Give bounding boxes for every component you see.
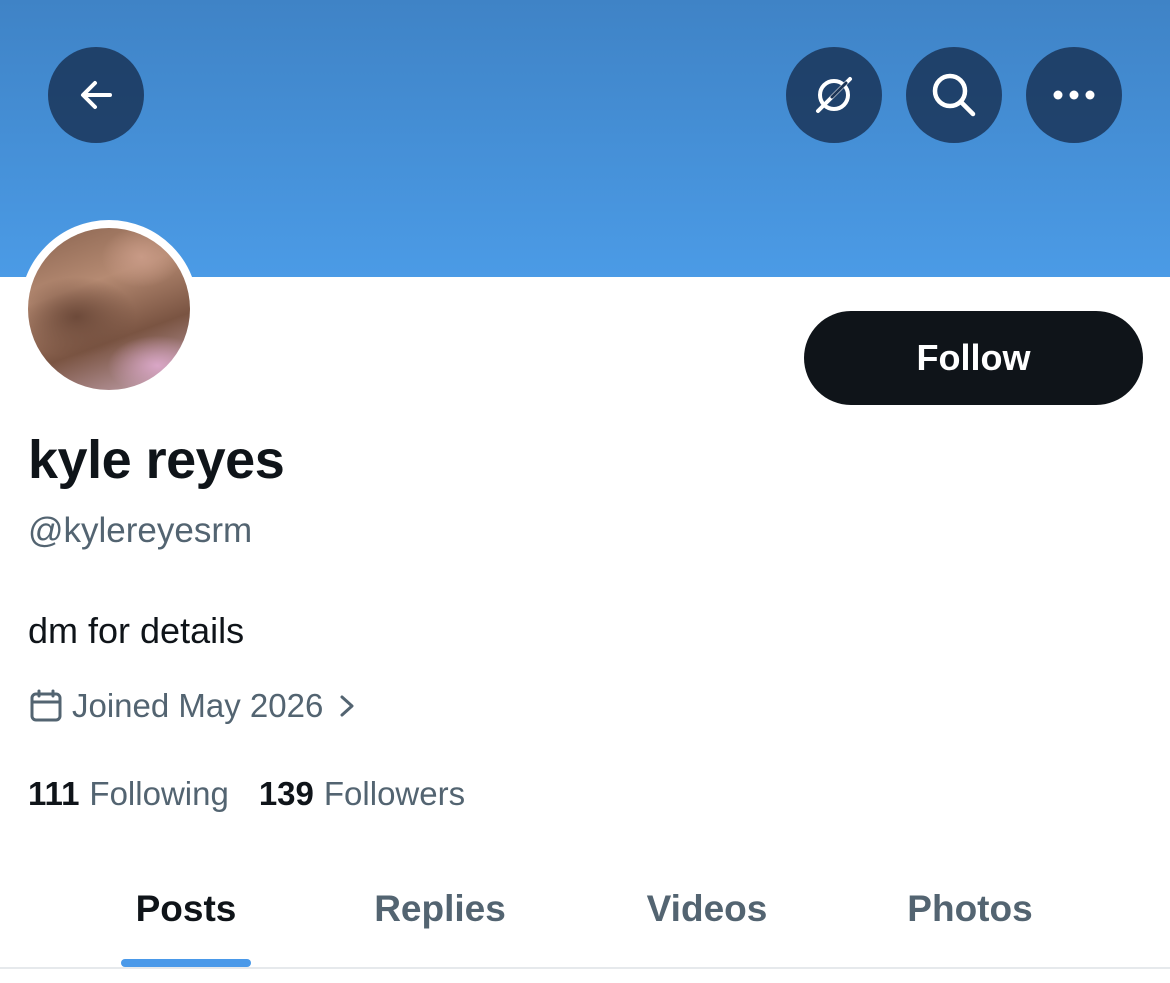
profile-banner[interactable]: [0, 0, 1170, 277]
joined-date[interactable]: Joined May 2026: [28, 684, 359, 728]
avatar-image: [28, 228, 190, 390]
joined-label: Joined May 2026: [72, 687, 324, 724]
more-horizontal-icon: [1052, 89, 1096, 101]
grok-button[interactable]: [786, 47, 882, 143]
following-label: Following: [89, 775, 229, 812]
following-count: 111: [28, 775, 80, 812]
display-name: kyle reyes: [28, 430, 285, 490]
back-button[interactable]: [48, 47, 144, 143]
follow-button[interactable]: Follow: [804, 311, 1143, 405]
tabs-divider: [0, 967, 1170, 969]
follow-stats: 111 Following 139 Followers: [28, 772, 465, 816]
search-icon: [929, 70, 979, 120]
followers-label: Followers: [323, 775, 466, 812]
tab-videos[interactable]: Videos: [577, 850, 837, 967]
avatar[interactable]: [20, 220, 198, 398]
tab-posts[interactable]: Posts: [56, 850, 316, 967]
followers-stat[interactable]: 139 Followers: [259, 775, 465, 813]
chevron-right-icon: [335, 692, 359, 720]
bio-text: dm for details: [28, 610, 245, 651]
arrow-left-icon: [76, 75, 116, 115]
calendar-icon: [28, 688, 64, 724]
followers-count: 139: [258, 775, 314, 812]
search-button[interactable]: [906, 47, 1002, 143]
tab-replies[interactable]: Replies: [310, 850, 570, 967]
active-tab-indicator: [121, 959, 251, 967]
user-handle: @kylereyesrm: [28, 511, 253, 550]
more-options-button[interactable]: [1026, 47, 1122, 143]
profile-tabs: Posts Replies Videos Photos: [0, 850, 1170, 967]
grok-icon: [810, 71, 858, 119]
following-stat[interactable]: 111 Following: [28, 775, 229, 813]
tab-photos[interactable]: Photos: [840, 850, 1100, 967]
